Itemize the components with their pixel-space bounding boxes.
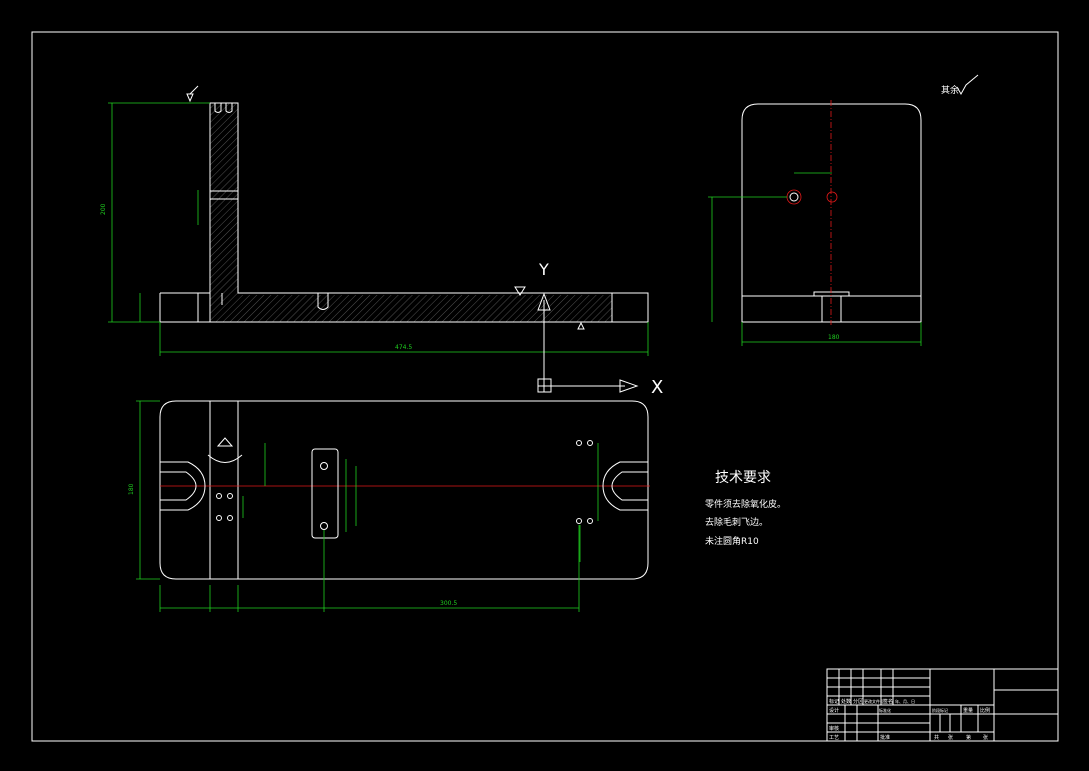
tech-req-item-3: 未注圆角R10 <box>705 535 759 547</box>
x-axis-label: X <box>651 377 663 398</box>
top-outline <box>159 400 649 580</box>
svg-text:300.5: 300.5 <box>440 600 457 607</box>
title-block-labels: 标记 处数 分区 更改文件号 签名 年、月、日 设计 标准化 阶段标记 重量 比… <box>829 698 990 741</box>
svg-text:更改文件号: 更改文件号 <box>864 698 884 704</box>
svg-text:工艺: 工艺 <box>829 735 839 741</box>
svg-text:200: 200 <box>100 203 107 215</box>
ucs-icon: Y X <box>537 260 663 398</box>
svg-text:分区: 分区 <box>853 698 863 705</box>
top-view: 180 300.5 <box>128 400 650 612</box>
side-view: 180 <box>708 100 922 346</box>
side-outline <box>741 103 922 323</box>
roughness-symbol-2 <box>514 286 526 296</box>
svg-text:180: 180 <box>828 334 840 341</box>
roughness-symbol <box>186 85 199 103</box>
title-block: 标记 处数 分区 更改文件号 签名 年、月、日 设计 标准化 阶段标记 重量 比… <box>826 668 1059 742</box>
tech-req-title: 技术要求 <box>715 470 771 486</box>
side-hole-outer <box>786 189 802 205</box>
svg-text:年、月、日: 年、月、日 <box>895 698 915 704</box>
svg-text:474.5: 474.5 <box>395 344 412 351</box>
svg-text:标准化: 标准化 <box>879 707 891 713</box>
front-view: 200 474.5 <box>100 85 649 356</box>
svg-text:设计: 设计 <box>829 707 839 714</box>
svg-text:处数: 处数 <box>841 698 851 705</box>
svg-text:比例: 比例 <box>980 707 990 714</box>
svg-text:批准: 批准 <box>880 734 890 741</box>
section-hatch <box>210 103 612 322</box>
y-axis-label: Y <box>538 260 549 279</box>
svg-text:180: 180 <box>128 483 135 495</box>
roughness-symbol-3 <box>577 321 585 330</box>
cad-drawing-canvas: 200 474.5 Y X 180 其余 180 300.5 技术要求 零件须去… <box>31 31 1059 742</box>
svg-text:审核: 审核 <box>829 725 839 732</box>
svg-text:签名: 签名 <box>883 698 893 705</box>
technical-requirements: 技术要求 零件须去除氧化皮。 去除毛刺飞边。 未注圆角R10 <box>705 470 786 547</box>
tech-req-item-2: 去除毛刺飞边。 <box>705 516 768 528</box>
svg-text:第: 第 <box>966 734 971 741</box>
svg-text:张: 张 <box>983 734 988 741</box>
tech-req-item-1: 零件须去除氧化皮。 <box>705 498 786 510</box>
svg-text:张: 张 <box>948 734 953 741</box>
svg-text:共: 共 <box>934 734 939 741</box>
surface-finish-symbol <box>956 74 979 96</box>
svg-text:标记: 标记 <box>829 698 839 705</box>
svg-text:阶段标记: 阶段标记 <box>932 707 948 713</box>
surface-finish-note: 其余 <box>941 84 959 96</box>
svg-text:重量: 重量 <box>963 707 973 714</box>
l-section-outline <box>209 102 613 323</box>
